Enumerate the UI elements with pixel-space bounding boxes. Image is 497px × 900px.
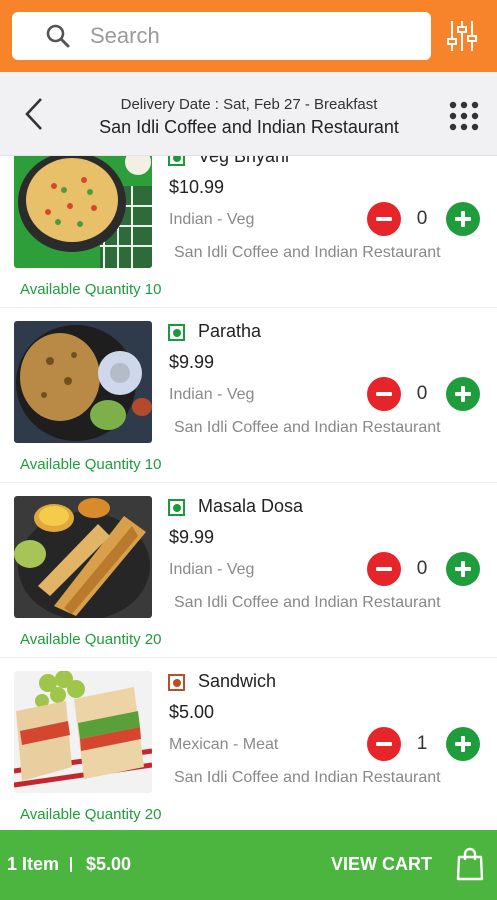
- minus-icon: [376, 217, 392, 221]
- menu-item[interactable]: Paratha $9.99 Indian - Veg San Idli Coff…: [0, 308, 497, 483]
- minus-icon: [376, 567, 392, 571]
- item-count: 0: [416, 208, 428, 229]
- veg-indicator: [168, 324, 185, 341]
- item-count: 0: [416, 383, 428, 404]
- item-count: 0: [416, 558, 428, 579]
- available-quantity: Available Quantity 10: [20, 281, 162, 298]
- search-input[interactable]: [90, 23, 390, 49]
- decrease-quantity-button[interactable]: [367, 377, 401, 411]
- restaurant-name: San Idli Coffee and Indian Restaurant: [99, 117, 399, 137]
- cart-total: $5.00: [86, 854, 132, 874]
- sliders-icon: [447, 21, 477, 51]
- menu-item-list[interactable]: Veg Briyani $10.99 Indian - Veg San Idli…: [0, 156, 497, 830]
- cart-bar[interactable]: 1 Item $5.00 VIEW CART: [0, 830, 497, 900]
- minus-icon: [376, 392, 392, 396]
- available-quantity: Available Quantity 10: [20, 456, 162, 473]
- cart-item-count: 1 Item: [7, 854, 60, 874]
- decrease-quantity-button[interactable]: [367, 727, 401, 761]
- item-cuisine: Indian - Veg: [169, 211, 255, 228]
- available-quantity: Available Quantity 20: [20, 806, 162, 823]
- view-cart-button[interactable]: VIEW CART: [331, 854, 432, 875]
- decrease-quantity-button[interactable]: [367, 202, 401, 236]
- item-restaurant: San Idli Coffee and Indian Restaurant: [174, 244, 441, 261]
- veg-indicator: [168, 499, 185, 516]
- item-price: $5.00: [169, 702, 215, 722]
- item-price: $9.99: [169, 527, 215, 547]
- item-cuisine: Indian - Veg: [169, 561, 255, 578]
- item-count: 1: [416, 733, 428, 754]
- filter-button[interactable]: [440, 16, 484, 56]
- search-bar[interactable]: [12, 12, 431, 60]
- menu-item[interactable]: Sandwich $5.00 Mexican - Meat San Idli C…: [0, 658, 497, 830]
- item-price: $10.99: [169, 177, 225, 197]
- item-restaurant: San Idli Coffee and Indian Restaurant: [174, 769, 441, 786]
- search-icon[interactable]: [44, 22, 72, 50]
- item-name: Veg Briyani: [198, 156, 290, 166]
- item-name: Masala Dosa: [198, 496, 304, 516]
- increase-quantity-button[interactable]: [446, 552, 480, 586]
- delivery-date: Delivery Date : Sat, Feb 27 - Breakfast: [120, 96, 378, 113]
- veg-indicator: [168, 156, 185, 166]
- item-restaurant: San Idli Coffee and Indian Restaurant: [174, 419, 441, 436]
- item-image: [14, 156, 152, 268]
- item-restaurant: San Idli Coffee and Indian Restaurant: [174, 594, 441, 611]
- increase-quantity-button[interactable]: [446, 727, 480, 761]
- item-cuisine: Indian - Veg: [169, 386, 255, 403]
- menu-item[interactable]: Masala Dosa $9.99 Indian - Veg San Idli …: [0, 483, 497, 658]
- chevron-left-icon: [25, 98, 42, 130]
- back-button[interactable]: [18, 96, 50, 132]
- minus-icon: [376, 742, 392, 746]
- menu-item[interactable]: Veg Briyani $10.99 Indian - Veg San Idli…: [0, 156, 497, 308]
- item-image: [14, 671, 152, 793]
- increase-quantity-button[interactable]: [446, 377, 480, 411]
- meat-indicator: [168, 674, 185, 691]
- menu-grid-button[interactable]: [444, 96, 484, 136]
- decrease-quantity-button[interactable]: [367, 552, 401, 586]
- shopping-bag-icon[interactable]: [456, 847, 484, 881]
- cart-divider: [70, 857, 72, 872]
- increase-quantity-button[interactable]: [446, 202, 480, 236]
- available-quantity: Available Quantity 20: [20, 631, 162, 648]
- grid-icon: [449, 101, 479, 131]
- item-image: [14, 321, 152, 443]
- item-name: Sandwich: [198, 671, 277, 691]
- item-name: Paratha: [198, 321, 262, 341]
- top-bar: [0, 0, 497, 72]
- item-cuisine: Mexican - Meat: [169, 736, 279, 753]
- delivery-header: Delivery Date : Sat, Feb 27 - Breakfast …: [0, 72, 497, 156]
- item-image: [14, 496, 152, 618]
- item-price: $9.99: [169, 352, 215, 372]
